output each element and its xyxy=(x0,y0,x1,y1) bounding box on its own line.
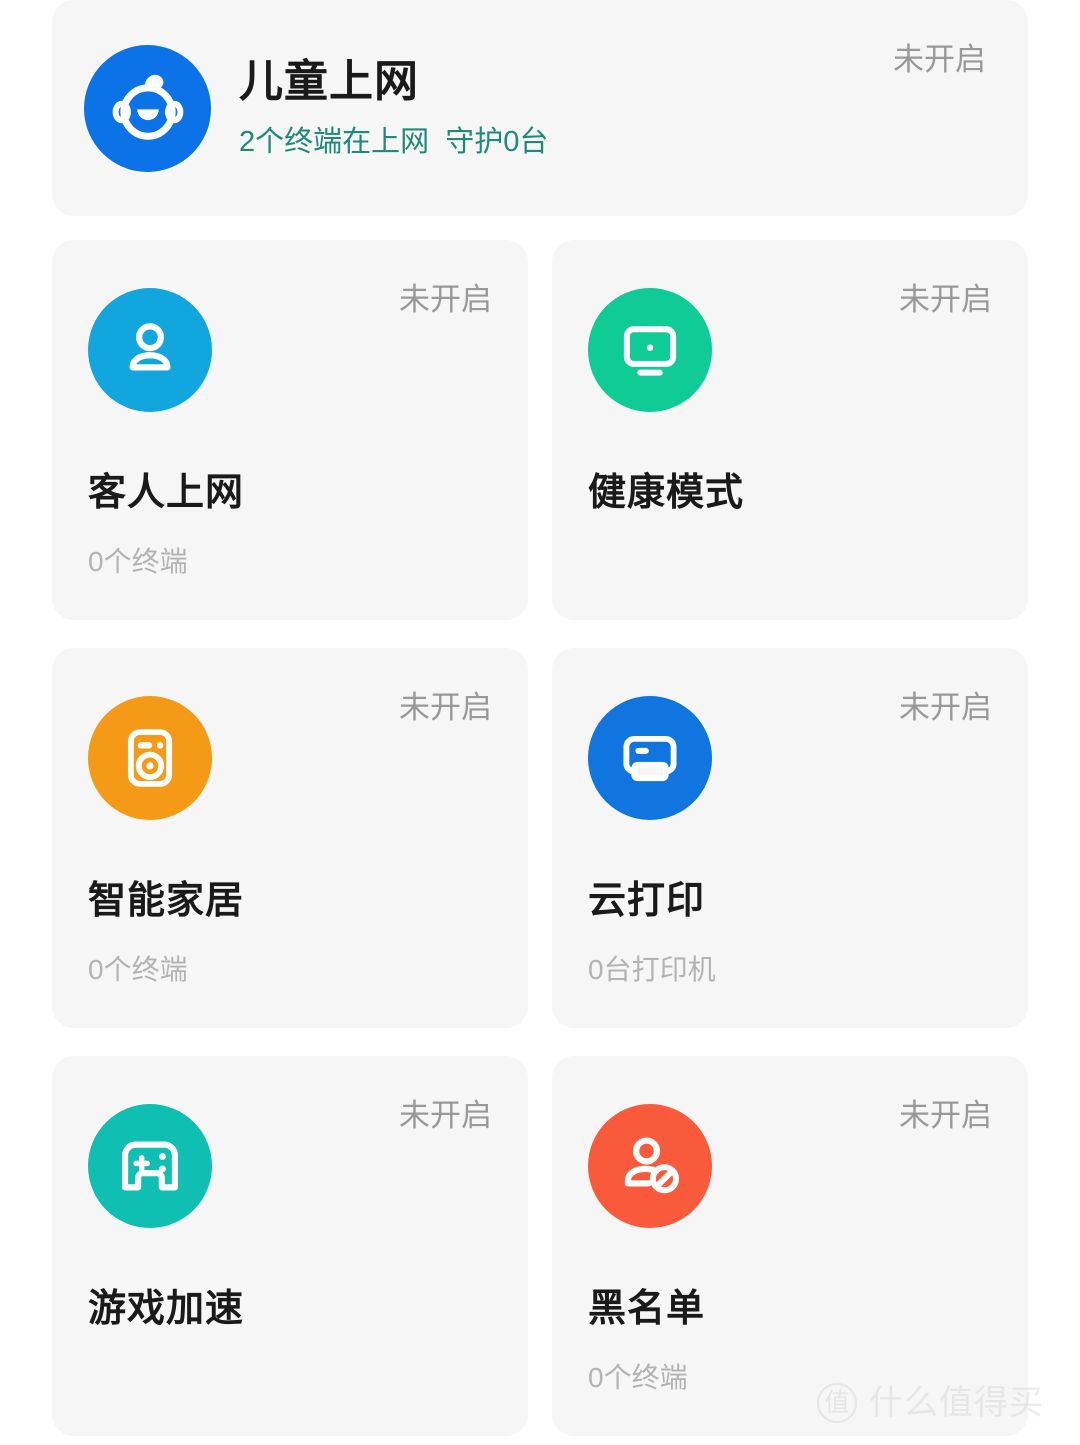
tile-subtitle: 0个终端 xyxy=(88,546,188,577)
tile-title: 游戏加速 xyxy=(88,1288,245,1330)
feature-title: 儿童上网 xyxy=(239,56,419,106)
tile-title: 智能家居 xyxy=(88,880,245,922)
tile-guest-network[interactable]: 未开启 客人上网 0个终端 xyxy=(52,240,528,620)
tile-subtitle: 0个终端 xyxy=(588,1362,688,1393)
tile-title: 云打印 xyxy=(588,880,706,922)
tile-title: 健康模式 xyxy=(588,472,745,514)
tile-status-badge: 未开启 xyxy=(899,1098,992,1133)
tile-status-badge: 未开启 xyxy=(399,1098,492,1133)
washing-machine-icon xyxy=(88,696,212,820)
gamepad-icon xyxy=(88,1104,212,1228)
feature-card-child-internet[interactable]: 儿童上网 2个终端在上网 守护0台 未开启 xyxy=(52,0,1028,216)
feature-subtitle: 2个终端在上网 守护0台 xyxy=(239,125,549,158)
tile-status-badge: 未开启 xyxy=(399,690,492,725)
tile-status-badge: 未开启 xyxy=(899,690,992,725)
feature-tile-grid: 未开启 客人上网 0个终端 未开启 健康模式 未开启 智能家居 0个终端 未开启… xyxy=(52,240,1028,1436)
person-icon xyxy=(88,288,212,412)
tile-smart-home[interactable]: 未开启 智能家居 0个终端 xyxy=(52,648,528,1028)
printer-icon xyxy=(588,696,712,820)
feature-dashboard-screen: 儿童上网 2个终端在上网 守护0台 未开启 未开启 客人上网 0个终端 未开启 xyxy=(0,0,1080,1445)
tile-status-badge: 未开启 xyxy=(899,282,992,317)
tile-status-badge: 未开启 xyxy=(399,282,492,317)
feature-text-block: 儿童上网 2个终端在上网 守护0台 xyxy=(239,56,549,158)
child-face-icon xyxy=(84,44,211,172)
tile-subtitle: 0台打印机 xyxy=(588,954,716,985)
tile-subtitle: 0个终端 xyxy=(88,954,188,985)
tile-game-boost[interactable]: 未开启 游戏加速 xyxy=(52,1056,528,1436)
tile-health-mode[interactable]: 未开启 健康模式 xyxy=(552,240,1028,620)
person-blocked-icon xyxy=(588,1104,712,1228)
tile-title: 客人上网 xyxy=(88,472,245,514)
tile-blacklist[interactable]: 未开启 黑名单 0个终端 xyxy=(552,1056,1028,1436)
tile-title: 黑名单 xyxy=(588,1288,706,1330)
tile-cloud-print[interactable]: 未开启 云打印 0台打印机 xyxy=(552,648,1028,1028)
monitor-icon xyxy=(588,288,712,412)
feature-status-badge: 未开启 xyxy=(893,42,986,77)
